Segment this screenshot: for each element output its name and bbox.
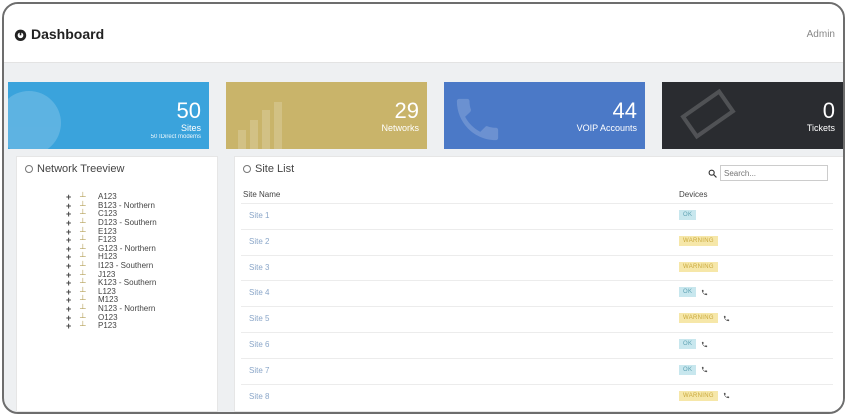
panel-title: Network Treeview (37, 163, 125, 175)
search-icon (708, 169, 717, 178)
panel-header: Network Treeview (25, 163, 124, 175)
status-badge: OK (679, 339, 697, 349)
expand-icon[interactable]: + (66, 262, 80, 271)
status-badge: OK (679, 364, 697, 375)
network-icon: ┴ (80, 304, 86, 314)
site-name-link[interactable]: Site 8 (249, 392, 269, 401)
app-window: Dashboard Admin 50 Sites 50 IDirect mode… (2, 2, 845, 414)
status-badge: OK (679, 210, 697, 220)
site-name-link[interactable]: Site 7 (249, 366, 269, 375)
dashboard-icon (14, 29, 27, 41)
tile-sites[interactable]: 50 Sites 50 IDirect modems (8, 82, 209, 149)
table-row: Site 5 WARNING (241, 306, 833, 332)
device-status: OK (679, 210, 697, 220)
status-badge: WARNING (679, 235, 718, 246)
device-status: WARNING (679, 261, 718, 272)
site-name-link[interactable]: Site 6 (249, 340, 269, 349)
phone-icon (723, 392, 730, 399)
bar-chart-icon (238, 102, 282, 149)
table-row: Site 8 WARNING (241, 383, 833, 410)
site-name-link[interactable]: Site 5 (249, 314, 269, 323)
device-status: WARNING (679, 390, 730, 401)
tree-node-label: I123 - Southern (98, 261, 154, 271)
expand-icon[interactable]: + (66, 322, 80, 331)
tile-label: Networks (381, 123, 419, 133)
search-input[interactable] (720, 165, 828, 181)
table-row: Site 6 OK (241, 332, 833, 358)
tile-networks[interactable]: 29 Networks (226, 82, 427, 149)
device-status: OK (679, 339, 708, 349)
table-row: Site 7 OK (241, 357, 833, 384)
tile-label: Tickets (806, 123, 835, 133)
page-title: Dashboard (31, 26, 105, 42)
phone-icon (723, 315, 730, 321)
table-row: Site 1 OK (241, 203, 833, 229)
tile-value: 50 (176, 98, 201, 123)
globe-icon (8, 91, 61, 149)
expand-icon[interactable]: + (66, 305, 80, 314)
search-box (708, 165, 828, 181)
site-name-link[interactable]: Site 1 (249, 211, 269, 220)
network-icon: ┴ (80, 261, 86, 271)
network-icon: ┴ (80, 218, 86, 228)
phone-icon (702, 289, 708, 296)
tree-node-label: N123 - Northern (98, 304, 156, 314)
stat-tiles: 50 Sites 50 IDirect modems 29 Networks 4… (8, 82, 843, 149)
status-badge: WARNING (679, 313, 718, 324)
network-tree: + ┴ A123 + ┴ B123 - Northern + ┴ C123 + ┴ D123 - So… (66, 193, 157, 331)
tile-tickets[interactable]: 0 Tickets (662, 82, 843, 149)
phone-icon (456, 98, 499, 141)
network-treeview-panel: Network Treeview + ┴ A123 + ┴ B123 - Northern… (16, 156, 218, 412)
panel-header: Site List (243, 163, 294, 175)
phone-icon (702, 341, 708, 347)
column-header-site-name[interactable]: Site Name (243, 190, 280, 199)
table-row: Site 4 OK (241, 280, 833, 306)
device-status: OK (679, 364, 708, 375)
tree-node[interactable]: + ┴ P123 (66, 322, 157, 331)
admin-user-link[interactable]: Admin (807, 29, 835, 40)
circle-icon (25, 165, 33, 173)
device-status: WARNING (679, 235, 718, 246)
expand-icon[interactable]: + (66, 219, 80, 228)
status-badge: OK (679, 287, 697, 298)
circle-icon (243, 165, 251, 173)
site-list-panel: Site List Site Name Devices Site 1OKSite… (234, 156, 843, 412)
column-header-devices[interactable]: Devices (679, 190, 707, 199)
tile-value: 44 (612, 98, 637, 123)
top-bar: Dashboard Admin (4, 4, 843, 63)
panel-title: Site List (255, 163, 295, 175)
tile-label: Sites (180, 123, 201, 133)
tile-label: VOIP Accounts (576, 123, 637, 133)
tree-node-label: D123 - Southern (98, 218, 157, 228)
status-badge: WARNING (679, 390, 718, 401)
tile-value: 29 (394, 98, 419, 123)
site-name-link[interactable]: Site 3 (249, 263, 269, 272)
device-status: WARNING (679, 313, 730, 324)
dashboard-brand[interactable]: Dashboard (14, 26, 104, 42)
tile-value: 0 (822, 98, 835, 123)
tree-node-label: P123 (98, 321, 117, 331)
ticket-icon (680, 88, 736, 140)
device-status: OK (679, 287, 708, 298)
phone-icon (702, 367, 708, 373)
tile-voip-accounts[interactable]: 44 VOIP Accounts (444, 82, 645, 149)
site-name-link[interactable]: Site 2 (249, 237, 269, 246)
table-row: Site 2 WARNING (241, 228, 833, 255)
network-icon: ┴ (80, 321, 86, 331)
site-name-link[interactable]: Site 4 (249, 288, 269, 297)
status-badge: WARNING (679, 261, 718, 272)
tile-sublabel: 50 IDirect modems (150, 134, 201, 140)
table-row: Site 3 WARNING (241, 254, 833, 281)
